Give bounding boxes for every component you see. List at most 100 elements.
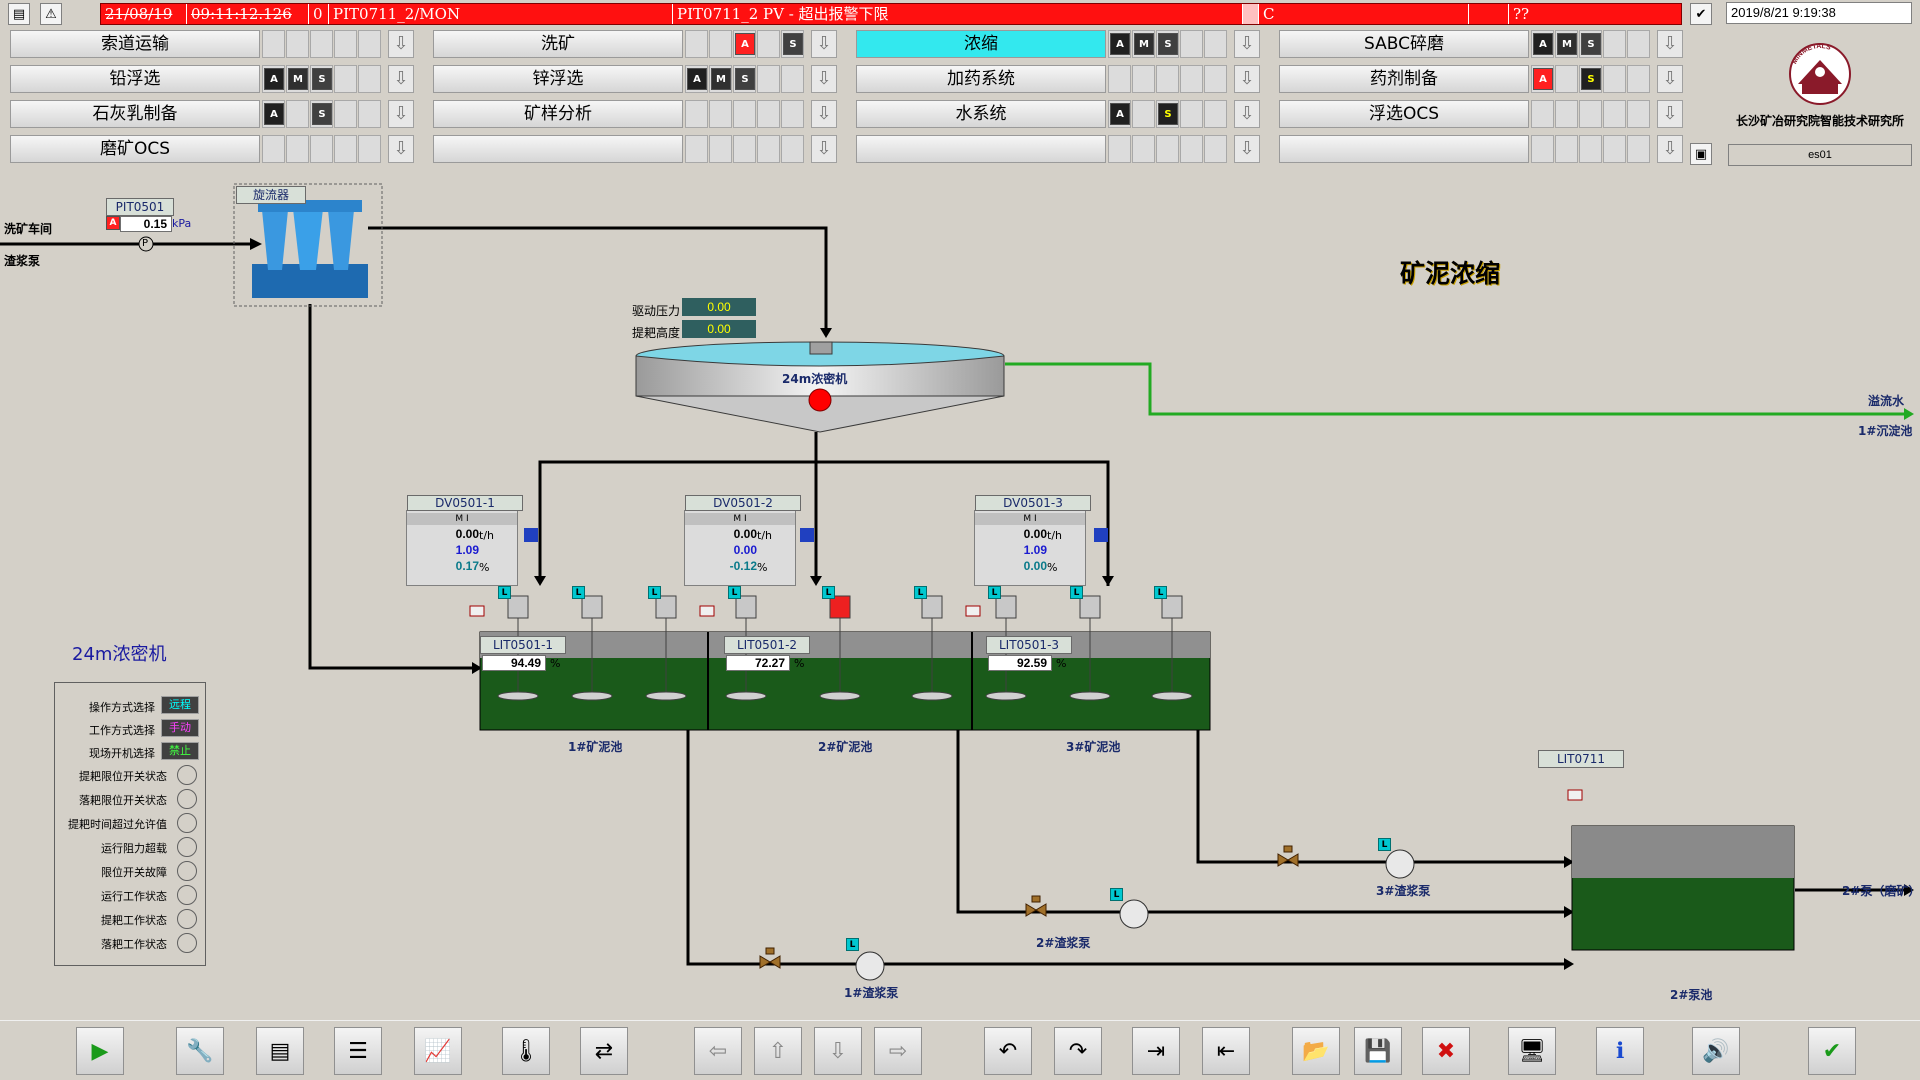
nav-dropdown-arrow-icon[interactable]: ⇩: [1234, 100, 1260, 128]
lit0501-2-tag[interactable]: LIT0501-2: [724, 636, 810, 654]
nav-dropdown-arrow-icon[interactable]: ⇩: [811, 135, 837, 163]
alarm-strip[interactable]: 21/08/19 09:11:12.126 0 PIT0711_2/MON PI…: [100, 3, 1682, 25]
alarm-warning-icon[interactable]: ⚠: [40, 3, 62, 25]
dv0501-1-mode[interactable]: M I: [407, 513, 517, 525]
nav-status-slot: [334, 100, 357, 128]
nav-dropdown-arrow-icon[interactable]: ⇩: [1657, 65, 1683, 93]
nav-dropdown-arrow-icon[interactable]: ⇩: [388, 100, 414, 128]
dv0501-2-mode[interactable]: M I: [685, 513, 795, 525]
nav-button[interactable]: 洗矿: [433, 30, 683, 58]
status-mode-value[interactable]: 远程: [161, 696, 199, 714]
nav-dropdown-arrow-icon[interactable]: ⇩: [811, 65, 837, 93]
status-state-label: 提耙工作状态: [101, 914, 167, 927]
monitor-icon[interactable]: 🖥: [1508, 1027, 1556, 1075]
trend-icon[interactable]: 📈: [414, 1027, 462, 1075]
list-icon[interactable]: ☰: [334, 1027, 382, 1075]
nav-status-slot: [709, 30, 732, 58]
nav-button[interactable]: [433, 135, 683, 163]
nav-button[interactable]: 锌浮选: [433, 65, 683, 93]
lit0711-tag[interactable]: LIT0711: [1538, 750, 1624, 768]
arrow-right-icon[interactable]: ⇨: [874, 1027, 922, 1075]
nav-dropdown-arrow-icon[interactable]: ⇩: [1657, 30, 1683, 58]
alarm-class: C: [1259, 4, 1469, 24]
thermometer-icon[interactable]: 🌡: [502, 1027, 550, 1075]
nav-status-slot: [1555, 100, 1578, 128]
l-marker: L: [1154, 586, 1167, 599]
nav-dropdown-arrow-icon[interactable]: ⇩: [388, 30, 414, 58]
nav-button[interactable]: 水系统: [856, 100, 1106, 128]
ack-all-icon[interactable]: ✔: [1808, 1027, 1856, 1075]
thickener-label[interactable]: 24m浓密机: [782, 370, 847, 387]
pit0501-tag[interactable]: PIT0501: [106, 198, 174, 216]
alarm-seq: 0: [309, 4, 329, 24]
nav-button[interactable]: 加药系统: [856, 65, 1106, 93]
arrow-up-icon[interactable]: ⇧: [754, 1027, 802, 1075]
nav-status-slot: [1132, 65, 1155, 93]
pump-2-label[interactable]: 2#渣浆泵: [1036, 934, 1090, 951]
status-state-label: 运行工作状态: [101, 890, 167, 903]
arrow-left-icon[interactable]: ⇦: [694, 1027, 742, 1075]
nav-button[interactable]: [856, 135, 1106, 163]
undo-icon[interactable]: ↶: [984, 1027, 1032, 1075]
nav-status-slot: [1204, 100, 1227, 128]
nav-button[interactable]: 磨矿OCS: [10, 135, 260, 163]
cyclone-tag[interactable]: 旋流器: [236, 186, 306, 204]
pump-3-label[interactable]: 3#渣浆泵: [1376, 882, 1430, 899]
nav-button[interactable]: 索道运输: [10, 30, 260, 58]
delete-icon[interactable]: ✖: [1422, 1027, 1470, 1075]
hydrocyclone-icon: [252, 200, 368, 298]
nav-button[interactable]: 浓缩: [856, 30, 1106, 58]
nav-dropdown-arrow-icon[interactable]: ⇩: [1657, 135, 1683, 163]
nav-button[interactable]: 矿样分析: [433, 100, 683, 128]
save-icon[interactable]: 💾: [1354, 1027, 1402, 1075]
folder-open-icon[interactable]: 📂: [1292, 1027, 1340, 1075]
nav-status-slot: [1156, 135, 1179, 163]
dv0501-2-panel[interactable]: DV0501-2 M I 0.00 t/h 0.00 -0.12 %: [684, 495, 801, 586]
nav-button[interactable]: 药剂制备: [1279, 65, 1529, 93]
status-indicator-icon: [177, 837, 197, 857]
speaker-icon[interactable]: 🔊: [1692, 1027, 1740, 1075]
dv0501-1-panel[interactable]: DV0501-1 M I 0.00 t/h 1.09 0.17 %: [406, 495, 523, 586]
info-icon[interactable]: ℹ: [1596, 1027, 1644, 1075]
nav-button[interactable]: 铅浮选: [10, 65, 260, 93]
nav-cell: 加药系统 ⇩: [856, 65, 1266, 93]
logout-icon[interactable]: ⇤: [1202, 1027, 1250, 1075]
nav-dropdown-arrow-icon[interactable]: ⇩: [388, 65, 414, 93]
lit0501-3-tag[interactable]: LIT0501-3: [986, 636, 1072, 654]
wrench-icon[interactable]: 🔧: [176, 1027, 224, 1075]
display-settings-icon[interactable]: ▣: [1690, 143, 1712, 165]
pump-1-label[interactable]: 1#渣浆泵: [844, 984, 898, 1001]
status-state-row: 落耙限位开关状态: [55, 788, 205, 810]
pond-1-label: 1#矿泥池: [568, 740, 623, 754]
nav-dropdown-arrow-icon[interactable]: ⇩: [1234, 65, 1260, 93]
play-icon[interactable]: ▶: [76, 1027, 124, 1075]
alarm-extra: ??: [1513, 5, 1530, 23]
nav-dropdown-arrow-icon[interactable]: ⇩: [811, 100, 837, 128]
redo-icon[interactable]: ↷: [1054, 1027, 1102, 1075]
nav-dropdown-arrow-icon[interactable]: ⇩: [1657, 100, 1683, 128]
screen-swap-icon[interactable]: ⇄: [580, 1027, 628, 1075]
dv0501-3-panel[interactable]: DV0501-3 M I 0.00 t/h 1.09 0.00 %: [974, 495, 1091, 586]
nav-cell: 水系统 A S ⇩: [856, 100, 1266, 128]
arrow-down-icon[interactable]: ⇩: [814, 1027, 862, 1075]
nav-button[interactable]: 石灰乳制备: [10, 100, 260, 128]
nav-button[interactable]: 浮选OCS: [1279, 100, 1529, 128]
notepad-icon[interactable]: ▤: [256, 1027, 304, 1075]
alarm-ack-icon[interactable]: ✔: [1690, 3, 1712, 25]
notepad-icon[interactable]: ▤: [8, 3, 30, 25]
lit0501-1-tag[interactable]: LIT0501-1: [480, 636, 566, 654]
nav-dropdown-arrow-icon[interactable]: ⇩: [1234, 135, 1260, 163]
status-state-row: 限位开关故障: [55, 860, 205, 882]
nav-dropdown-arrow-icon[interactable]: ⇩: [1234, 30, 1260, 58]
login-icon[interactable]: ⇥: [1132, 1027, 1180, 1075]
nav-status-slot: [358, 100, 381, 128]
nav-dropdown-arrow-icon[interactable]: ⇩: [811, 30, 837, 58]
nav-mode-badge: A: [687, 68, 707, 90]
nav-button[interactable]: SABC碎磨: [1279, 30, 1529, 58]
dv0501-3-mode[interactable]: M I: [975, 513, 1085, 525]
status-mode-value[interactable]: 手动: [161, 719, 199, 737]
nav-dropdown-arrow-icon[interactable]: ⇩: [388, 135, 414, 163]
nav-button[interactable]: [1279, 135, 1529, 163]
status-mode-value[interactable]: 禁止: [161, 742, 199, 760]
lit0501-1-value: 94.49: [482, 655, 546, 671]
